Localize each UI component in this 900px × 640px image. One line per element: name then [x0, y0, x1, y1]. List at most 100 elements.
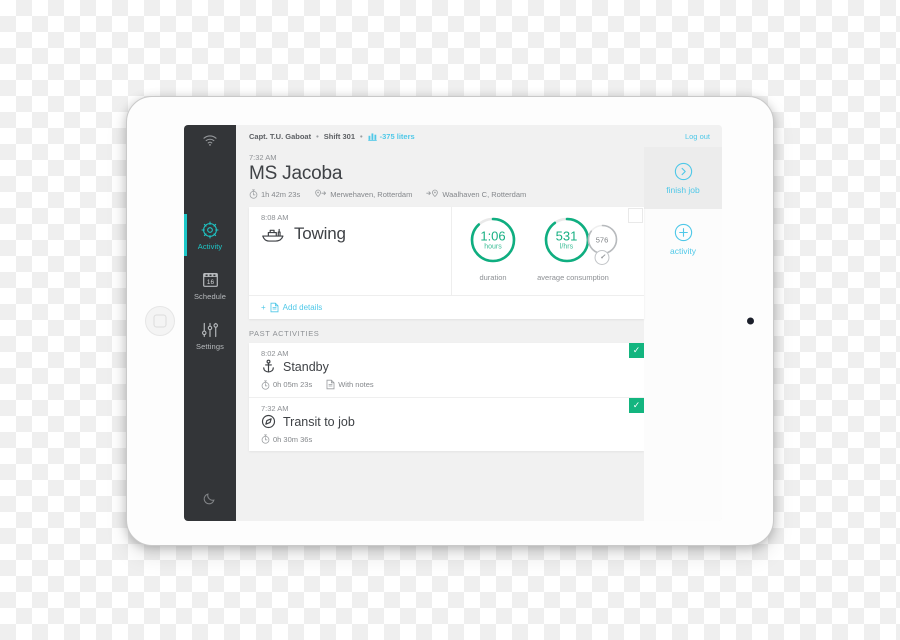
- body-split: 7:32 AM MS Jacoba 1h 42m 23s Merwehaven,…: [236, 147, 722, 521]
- sidebar-item-label-schedule: Schedule: [193, 292, 227, 301]
- gauge-consumption-label: average consumption: [537, 273, 609, 283]
- past-activity-duration-text: 0h 05m 23s: [273, 380, 313, 390]
- gauge-duration-ring: 1:06 hours: [468, 215, 518, 265]
- pin-depart-icon: [314, 189, 327, 199]
- home-button[interactable]: [145, 306, 175, 336]
- gauge-consumption-ring: 531 l/hrs: [542, 215, 592, 265]
- list-item[interactable]: ✓ 8:02 AM Standby 0h 05m 23s With notes: [249, 343, 644, 399]
- sliders-icon: [201, 320, 219, 339]
- calendar-day-number: 16: [206, 279, 214, 286]
- sidebar-item-schedule[interactable]: 16 Schedule: [184, 260, 236, 310]
- gauge-consumption: 531 l/hrs 576 average consumption: [530, 215, 630, 282]
- compass-icon: [261, 414, 276, 429]
- stopwatch-icon: [249, 189, 258, 200]
- calendar-icon: 16: [202, 270, 219, 289]
- speedometer-icon: [594, 249, 611, 266]
- pin-arrive-icon: [426, 189, 439, 199]
- current-activity-time: 8:08 AM: [261, 213, 289, 223]
- add-details-button[interactable]: + Add details: [249, 295, 644, 319]
- current-activity-title-row: Towing: [261, 224, 451, 244]
- job-destination-text: Waalhaven C, Rotterdam: [442, 189, 527, 199]
- gauge-duration: 1:06 hours duration: [456, 215, 530, 282]
- past-activity-duration-text: 0h 30m 36s: [273, 434, 313, 444]
- add-details-plus: +: [261, 303, 266, 313]
- bar-chart-icon: [367, 132, 377, 141]
- gauge-consumption-value: 531: [555, 228, 578, 244]
- document-icon: [326, 379, 335, 390]
- app-screen: Activity 16 Schedule Settings Capt. T.U.…: [184, 125, 722, 521]
- past-activities-list: ✓ 8:02 AM Standby 0h 05m 23s With notes …: [249, 343, 644, 452]
- status-badge: ✓: [629, 343, 644, 359]
- status-badge: ✓: [629, 398, 644, 414]
- current-activity-info: 8:08 AM Towing: [249, 207, 452, 296]
- gauge-duration-unit: hours: [484, 243, 502, 251]
- job-destination: Waalhaven C, Rotterdam: [426, 189, 526, 199]
- ships-wheel-icon: [201, 220, 219, 239]
- gauge-consumption-text: 531 l/hrs: [542, 230, 592, 251]
- past-activity-title: Standby: [283, 359, 329, 374]
- job-duration: 1h 42m 23s: [249, 189, 301, 200]
- past-activity-title: Transit to job: [283, 414, 355, 429]
- job-origin: Merwehaven, Rotterdam: [314, 189, 412, 199]
- sidebar-item-settings[interactable]: Settings: [184, 310, 236, 360]
- gauge-duration-label: duration: [479, 273, 507, 283]
- moon-icon[interactable]: [203, 491, 217, 505]
- finish-job-button[interactable]: finish job: [644, 147, 722, 209]
- page-title: MS Jacoba: [249, 163, 343, 184]
- past-activity-meta: 0h 30m 36s: [261, 434, 644, 445]
- past-activity-duration: 0h 05m 23s: [261, 379, 312, 390]
- fuel-badge[interactable]: -375 liters: [367, 131, 415, 141]
- stopwatch-icon: [261, 434, 270, 445]
- sidebar-item-activity[interactable]: Activity: [184, 210, 236, 260]
- chevron-right-circle-icon: [674, 162, 693, 181]
- sidebar-nav: Activity 16 Schedule Settings: [184, 210, 236, 360]
- gauge-rpm: 576: [586, 223, 619, 266]
- gauge-consumption-unit: l/hrs: [559, 243, 574, 251]
- shift-label: Shift 301: [323, 131, 355, 141]
- add-details-label: Add details: [282, 303, 323, 313]
- wifi-icon: [203, 135, 217, 146]
- past-activity-title-row: Standby: [261, 359, 644, 374]
- document-icon: [270, 302, 279, 313]
- logout-button[interactable]: Log out: [685, 132, 710, 141]
- main-column: 7:32 AM MS Jacoba 1h 42m 23s Merwehaven,…: [236, 147, 644, 521]
- action-rail: finish job activity: [644, 147, 722, 521]
- captain-name: Capt. T.U. Gaboat: [249, 131, 312, 141]
- gauge-duration-text: 1:06 hours: [468, 230, 518, 251]
- past-activity-time: 7:32 AM: [261, 404, 289, 414]
- job-origin-text: Merwehaven, Rotterdam: [330, 189, 413, 199]
- tablet-device: Activity 16 Schedule Settings Capt. T.U.…: [126, 96, 774, 546]
- current-activity-title: Towing: [294, 224, 346, 244]
- fuel-badge-label: -375 liters: [379, 131, 415, 141]
- tugboat-icon: [261, 225, 285, 243]
- past-activity-meta: 0h 05m 23s With notes: [261, 379, 644, 390]
- past-activity-title-row: Transit to job: [261, 414, 644, 429]
- past-activity-time: 8:02 AM: [261, 349, 289, 359]
- add-activity-label: activity: [670, 246, 696, 256]
- job-header: 7:32 AM MS Jacoba 1h 42m 23s Merwehaven,…: [249, 147, 644, 200]
- current-activity-card: 8:08 AM Towing 1:06 hours duration 531 l…: [249, 207, 644, 320]
- job-start-time: 7:32 AM: [249, 153, 277, 162]
- current-activity-gauges: 1:06 hours duration 531 l/hrs 576 averag…: [452, 207, 644, 295]
- anchor-icon: [261, 359, 276, 374]
- add-activity-button[interactable]: activity: [644, 209, 722, 521]
- plus-circle-icon: [674, 223, 693, 242]
- job-duration-text: 1h 42m 23s: [261, 189, 301, 199]
- content-area: Capt. T.U. Gaboat • Shift 301 • -375 lit…: [236, 125, 722, 521]
- list-item[interactable]: ✓ 7:32 AM Transit to job 0h 30m 36s: [249, 398, 644, 451]
- front-camera: [747, 317, 754, 325]
- gauge-rpm-value: 576: [595, 235, 609, 245]
- past-activities-header: PAST ACTIVITIES: [249, 329, 320, 339]
- current-activity-top: 8:08 AM Towing 1:06 hours duration 531 l…: [249, 207, 644, 296]
- gauge-duration-value: 1:06: [480, 228, 506, 244]
- past-activity-notes-label: With notes: [338, 380, 374, 390]
- sidebar-item-label-settings: Settings: [196, 342, 224, 351]
- topbar-separator-1: •: [316, 131, 319, 141]
- sidebar: Activity 16 Schedule Settings: [184, 125, 236, 521]
- card-corner-notch: [628, 208, 643, 224]
- top-bar: Capt. T.U. Gaboat • Shift 301 • -375 lit…: [236, 125, 722, 147]
- past-activity-notes[interactable]: With notes: [326, 379, 374, 390]
- sidebar-item-label-activity: Activity: [197, 242, 223, 251]
- finish-job-label: finish job: [666, 184, 700, 195]
- job-meta: 1h 42m 23s Merwehaven, Rotterdam Waalhav…: [249, 189, 644, 200]
